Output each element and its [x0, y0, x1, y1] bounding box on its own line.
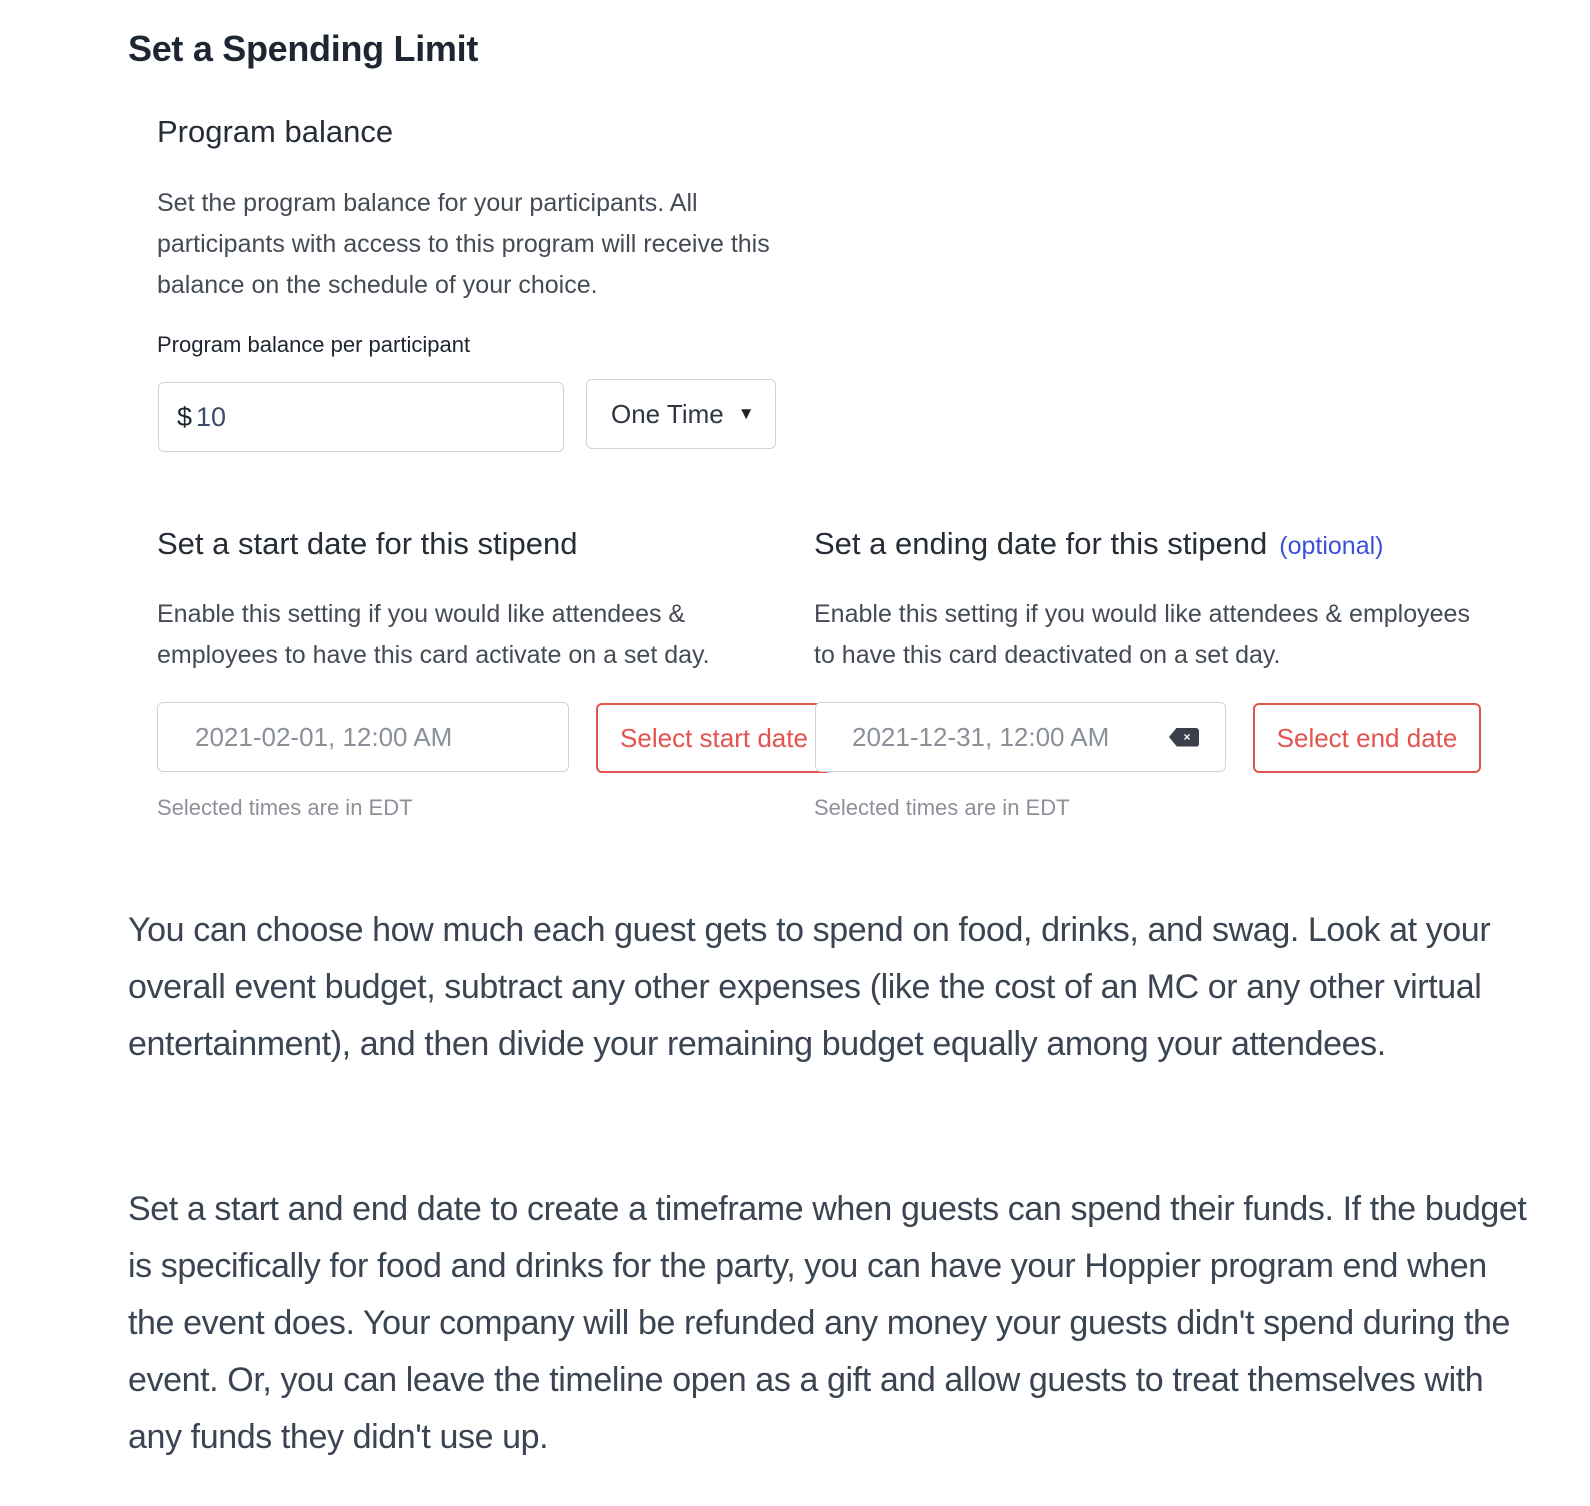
program-balance-description: Set the program balance for your partici… [157, 189, 770, 299]
end-date-value: 2021-12-31, 12:00 AM [852, 721, 1110, 752]
caret-down-icon: ▼ [737, 404, 755, 423]
end-date-title: Set a ending date for this stipend [814, 526, 1268, 561]
end-date-description: Enable this setting if you would like at… [814, 600, 1470, 669]
article-paragraph-1: You can choose how much each guest gets … [128, 911, 1491, 1063]
program-balance-field-label: Program balance per participant [157, 332, 471, 357]
end-date-input[interactable]: 2021-12-31, 12:00 AM × [815, 702, 1226, 772]
end-date-timezone-hint: Selected times are in EDT [814, 795, 1070, 820]
program-balance-input[interactable]: $ 10 [158, 382, 564, 452]
frequency-select[interactable]: One Time ▼ [586, 379, 776, 449]
frequency-selected-value: One Time [611, 398, 724, 429]
start-date-title: Set a start date for this stipend [157, 526, 578, 561]
start-date-timezone-hint: Selected times are in EDT [157, 795, 413, 820]
section-title: Set a Spending Limit [128, 28, 479, 69]
start-date-input[interactable]: 2021-02-01, 12:00 AM [157, 702, 569, 772]
clear-backspace-icon[interactable]: × [1169, 727, 1199, 747]
start-date-description: Enable this setting if you would like at… [157, 600, 710, 669]
currency-symbol: $ [177, 401, 193, 432]
program-balance-title: Program balance [157, 114, 394, 149]
end-date-title-row: Set a ending date for this stipend (opti… [814, 526, 1384, 562]
article-paragraph-2: Set a start and end date to create a tim… [128, 1190, 1527, 1456]
program-balance-value: 10 [196, 401, 227, 432]
start-date-value: 2021-02-01, 12:00 AM [195, 721, 453, 752]
select-start-date-button[interactable]: Select start date [596, 703, 832, 773]
select-end-date-button[interactable]: Select end date [1253, 703, 1481, 773]
optional-label: (optional) [1279, 532, 1384, 560]
